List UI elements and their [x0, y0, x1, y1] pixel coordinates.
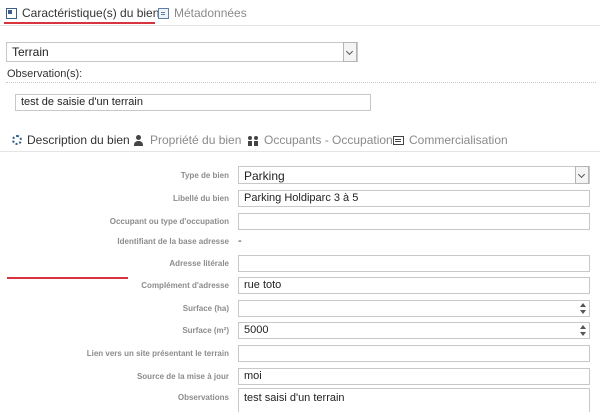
user-icon: [134, 134, 145, 146]
main-tab-bar: Caractéristique(s) du bien Métadonnées: [0, 0, 600, 26]
identifiant-label: Identifiant de la base adresse: [117, 237, 229, 246]
tab-occupants-label: Occupants - Occupation: [264, 133, 393, 147]
property-card-icon: [6, 7, 17, 19]
tab-caracteristiques[interactable]: Caractéristique(s) du bien: [6, 4, 159, 22]
gear-icon: [12, 135, 22, 145]
tab-metadonnees-label: Métadonnées: [174, 6, 247, 20]
active-tab-indicator: [4, 22, 155, 24]
observations-textarea[interactable]: test saisi d'un terrain: [238, 388, 590, 412]
stepper-icon[interactable]: [579, 302, 587, 315]
surface-m2-value: 5000: [244, 324, 269, 336]
source-input[interactable]: moi: [238, 368, 590, 385]
stepper-icon[interactable]: [579, 324, 587, 337]
tab-propriete-label: Propriété du bien: [150, 133, 242, 147]
adresse-label: Adresse litérale: [169, 259, 229, 268]
tab-description-label: Description du bien: [27, 133, 130, 147]
tab-commercialisation-label: Commercialisation: [409, 133, 508, 147]
tab-occupants[interactable]: Occupants - Occupation: [248, 131, 393, 149]
complement-label: Complément d'adresse: [141, 281, 229, 290]
adresse-input[interactable]: [238, 255, 590, 272]
occupant-input[interactable]: [238, 213, 590, 230]
tab-propriete[interactable]: Propriété du bien: [134, 131, 241, 149]
surface-m2-label: Surface (m²): [182, 326, 229, 335]
libelle-label: Libellé du bien: [172, 194, 229, 203]
tab-metadonnees[interactable]: Métadonnées: [158, 4, 247, 22]
type-bien-value: Parking: [244, 169, 285, 183]
identifiant-value: -: [238, 235, 242, 247]
chevron-down-icon[interactable]: [343, 42, 357, 62]
type-bien-select[interactable]: Parking: [238, 166, 590, 184]
section-divider: [6, 82, 596, 83]
surface-ha-input[interactable]: [238, 300, 590, 317]
complement-input[interactable]: rue toto: [238, 277, 590, 294]
occupant-label: Occupant ou type d'occupation: [109, 217, 229, 226]
surface-ha-label: Surface (ha): [182, 304, 229, 313]
bien-category-value: Terrain: [12, 45, 49, 59]
active-subtab-indicator: [7, 277, 128, 279]
observations-label: Observation(s):: [7, 68, 83, 80]
observations-field-label: Observations: [177, 393, 229, 402]
chevron-down-icon[interactable]: [575, 166, 589, 184]
detail-tab-bar: Description du bien Propriété du bien Oc…: [0, 128, 600, 279]
surface-m2-input[interactable]: 5000: [238, 322, 590, 339]
document-icon: [158, 7, 169, 19]
bien-category-select[interactable]: Terrain: [6, 42, 358, 62]
users-icon: [248, 135, 259, 146]
list-icon: [393, 135, 404, 145]
tab-description[interactable]: Description du bien: [12, 131, 130, 149]
type-bien-label: Type de bien: [180, 171, 229, 180]
lien-label: Lien vers un site présentant le terrain: [86, 349, 229, 358]
tab-commercialisation[interactable]: Commercialisation: [393, 131, 508, 149]
libelle-input[interactable]: Parking Holdiparc 3 à 5: [238, 190, 590, 207]
observations-input[interactable]: test de saisie d'un terrain: [15, 94, 371, 111]
lien-input[interactable]: [238, 345, 590, 362]
tab-caracteristiques-label: Caractéristique(s) du bien: [22, 6, 160, 20]
source-label: Source de la mise à jour: [136, 372, 229, 381]
